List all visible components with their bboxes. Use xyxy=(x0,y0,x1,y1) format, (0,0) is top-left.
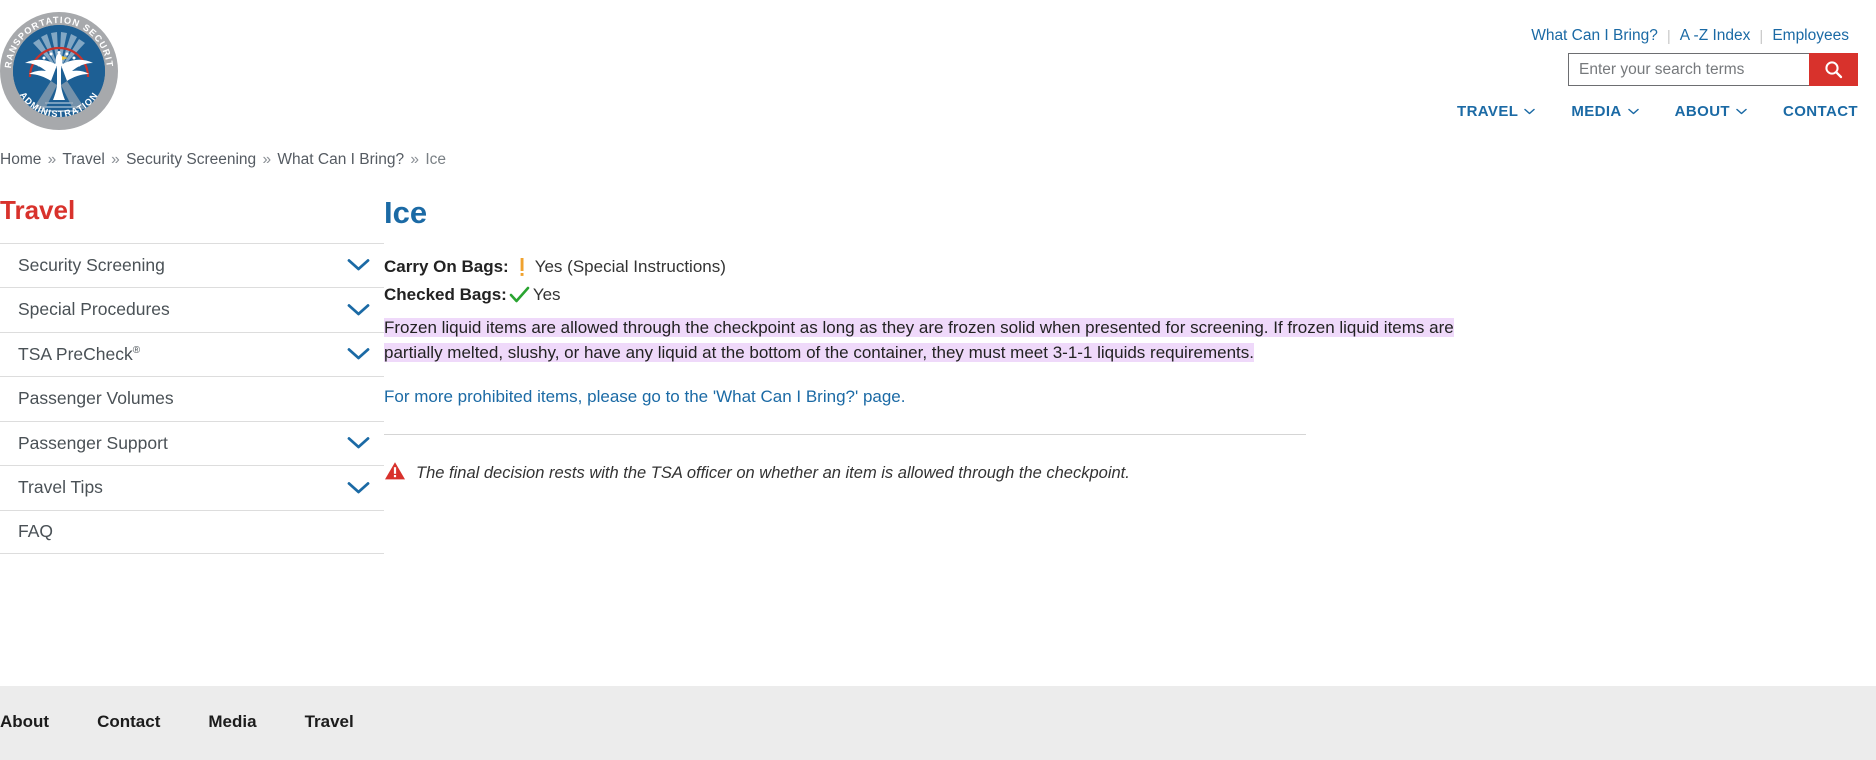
chevron-down-icon[interactable] xyxy=(347,303,370,317)
search-icon xyxy=(1825,61,1843,79)
nav-item-label: MEDIA xyxy=(1571,103,1622,120)
sidebar-item-label: FAQ xyxy=(18,521,54,542)
exclamation-icon xyxy=(509,257,535,277)
sidebar-nav: Travel Security Screening Special Proced… xyxy=(0,195,384,555)
carry-on-bags-label: Carry On Bags: xyxy=(384,257,509,277)
chevron-down-icon xyxy=(1524,108,1536,115)
breadcrumb-separator: » xyxy=(111,151,120,168)
sidebar-item-label: Passenger Support xyxy=(18,432,168,453)
tsa-logo-link[interactable]: TRANSPORTATION SECURITY ADMINISTRATION xyxy=(0,12,118,130)
breadcrumb-item-what-can-i-bring[interactable]: What Can I Bring? xyxy=(277,151,404,168)
sidebar-item-label: Special Procedures xyxy=(18,299,170,320)
page-root: TRANSPORTATION SECURITY ADMINISTRATION W… xyxy=(0,0,1876,760)
sidebar-item-passenger-support[interactable]: Passenger Support xyxy=(0,420,384,466)
utility-link-employees[interactable]: Employees xyxy=(1763,27,1858,45)
sidebar-item-security-screening[interactable]: Security Screening xyxy=(0,242,384,288)
warning-triangle-icon xyxy=(384,461,406,486)
checked-bags-label: Checked Bags: xyxy=(384,285,507,305)
breadcrumb-item-travel[interactable]: Travel xyxy=(62,151,105,168)
chevron-down-icon[interactable] xyxy=(347,258,370,272)
chevron-down-icon xyxy=(1736,108,1747,115)
chevron-down-icon[interactable] xyxy=(347,347,370,361)
footer-link-about[interactable]: About xyxy=(0,712,97,732)
carry-on-bags-value: Yes (Special Instructions) xyxy=(534,257,726,277)
nav-item-label: TRAVEL xyxy=(1457,103,1519,120)
breadcrumb-separator: » xyxy=(262,151,272,168)
footer-link-media[interactable]: Media xyxy=(208,712,304,732)
checked-bags-value: Yes xyxy=(532,285,561,305)
nav-item-contact[interactable]: CONTACT xyxy=(1765,103,1858,120)
sidebar-item-label: TSA PreCheck® xyxy=(18,344,140,365)
more-prohibited-items-link[interactable]: For more prohibited items, please go to … xyxy=(384,387,1844,407)
svg-text:ADMINISTRATION: ADMINISTRATION xyxy=(18,90,100,119)
breadcrumb-item-current: Ice xyxy=(425,151,447,168)
content-divider xyxy=(384,434,1306,436)
breadcrumb-separator: » xyxy=(47,151,57,168)
footer-link-contact[interactable]: Contact xyxy=(97,712,208,732)
chevron-down-icon[interactable] xyxy=(347,481,370,495)
nav-item-media[interactable]: MEDIA xyxy=(1553,103,1656,120)
main-content: Ice Carry On Bags: Yes (Special Instruct… xyxy=(384,195,1844,486)
item-description: Frozen liquid items are allowed through … xyxy=(384,315,1488,365)
search-form xyxy=(1568,53,1858,86)
sidebar-item-passenger-volumes[interactable]: Passenger Volumes xyxy=(0,376,384,421)
search-input[interactable] xyxy=(1568,53,1809,86)
nav-item-travel[interactable]: TRAVEL xyxy=(1439,103,1553,120)
tsa-seal-ring-text: TRANSPORTATION SECURITY ADMINISTRATION xyxy=(0,12,115,119)
nav-item-label: CONTACT xyxy=(1782,103,1858,120)
page-title: Ice xyxy=(384,195,428,230)
breadcrumb-item-security-screening[interactable]: Security Screening xyxy=(126,151,256,168)
breadcrumb: Home » Travel » Security Screening » Wha… xyxy=(0,151,446,169)
nav-item-about[interactable]: ABOUT xyxy=(1657,103,1765,120)
breadcrumb-item-home[interactable]: Home xyxy=(0,151,41,168)
chevron-down-icon[interactable] xyxy=(347,436,370,450)
nav-item-label: ABOUT xyxy=(1674,103,1730,120)
main-nav: TRAVEL MEDIA ABOUT CONTACT xyxy=(1439,103,1858,120)
utility-link-what-can-i-bring[interactable]: What Can I Bring? xyxy=(1522,27,1667,45)
item-description-text: Frozen liquid items are allowed through … xyxy=(384,318,1454,363)
svg-text:TRANSPORTATION SECURITY: TRANSPORTATION SECURITY xyxy=(0,12,115,69)
sidebar-title: Travel xyxy=(0,195,76,225)
sidebar-item-faq[interactable]: FAQ xyxy=(0,509,384,555)
utility-nav: What Can I Bring? | A -Z Index | Employe… xyxy=(1522,27,1858,45)
sidebar-item-label: Security Screening xyxy=(18,254,165,275)
disclaimer: The final decision rests with the TSA of… xyxy=(384,461,1844,486)
site-header: TRANSPORTATION SECURITY ADMINISTRATION W… xyxy=(0,0,1876,168)
carry-on-bags-row: Carry On Bags: Yes (Special Instructions… xyxy=(384,257,1844,277)
breadcrumb-separator: » xyxy=(410,151,420,168)
disclaimer-text: The final decision rests with the TSA of… xyxy=(416,464,1130,483)
site-footer: About Contact Media Travel xyxy=(0,686,1876,760)
sidebar-item-label: Travel Tips xyxy=(18,477,103,498)
check-icon xyxy=(507,286,533,304)
chevron-down-icon xyxy=(1627,108,1639,115)
utility-link-a-z-index[interactable]: A -Z Index xyxy=(1671,27,1760,45)
checked-bags-row: Checked Bags: Yes xyxy=(384,285,1844,305)
footer-link-travel[interactable]: Travel xyxy=(305,712,402,732)
sidebar-item-label-text: TSA PreCheck xyxy=(18,343,133,364)
search-button[interactable] xyxy=(1809,53,1858,86)
sidebar-item-tsa-precheck[interactable]: TSA PreCheck® xyxy=(0,331,384,377)
sidebar-item-special-procedures[interactable]: Special Procedures xyxy=(0,287,384,332)
registered-mark: ® xyxy=(132,345,141,357)
sidebar-item-travel-tips[interactable]: Travel Tips xyxy=(0,465,384,510)
sidebar-item-label: Passenger Volumes xyxy=(18,388,174,409)
footer-nav: About Contact Media Travel xyxy=(0,712,402,732)
content-area: Travel Security Screening Special Proced… xyxy=(0,195,1876,586)
